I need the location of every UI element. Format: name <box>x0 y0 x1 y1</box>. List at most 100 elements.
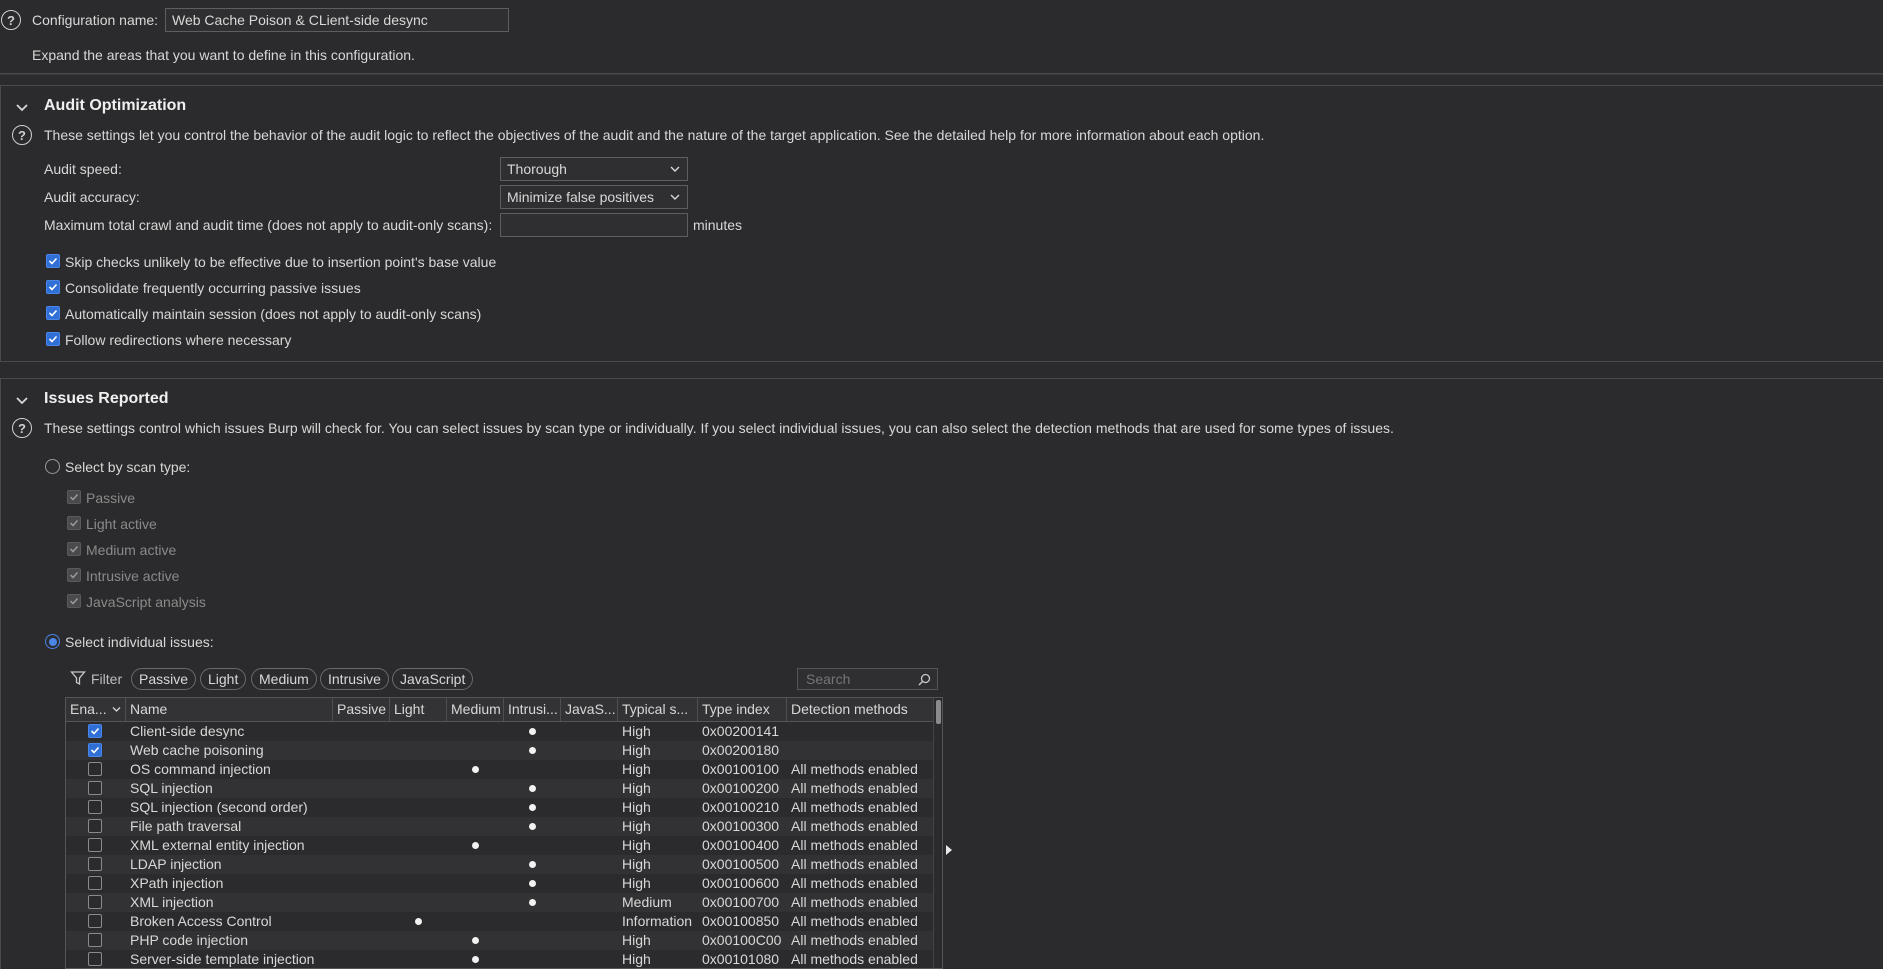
table-row[interactable]: Web cache poisoning High 0x00200180 <box>66 741 934 760</box>
divider <box>0 73 1883 75</box>
row-name: SQL injection (second order) <box>130 799 308 815</box>
table-row[interactable]: File path traversal High 0x00100300 All met… <box>66 817 934 836</box>
row-enabled-checkbox[interactable] <box>88 895 102 909</box>
column-header-type-index[interactable]: Type index <box>698 698 787 721</box>
radio-select-by-scan-type[interactable] <box>45 459 60 474</box>
search-box[interactable] <box>797 668 938 690</box>
checkbox-consolidate-passive[interactable] <box>46 280 60 294</box>
row-severity: High <box>622 856 651 872</box>
row-enabled-checkbox[interactable] <box>88 800 102 814</box>
column-header-light[interactable]: Light <box>390 698 447 721</box>
search-input[interactable] <box>798 669 916 689</box>
row-detection-methods: All methods enabled <box>791 799 918 815</box>
config-name-input[interactable] <box>165 8 509 32</box>
row-type-index: 0x00100500 <box>702 856 780 872</box>
table-row[interactable]: LDAP injection High 0x00100500 All methods … <box>66 855 934 874</box>
scan-type-label: Medium active <box>86 542 177 558</box>
table-row[interactable]: OS command injection High 0x00100100 All me… <box>66 760 934 779</box>
row-name: Web cache poisoning <box>130 742 264 758</box>
row-enabled-checkbox[interactable] <box>88 724 102 738</box>
expand-arrow-icon[interactable] <box>945 844 953 856</box>
sort-chevron-icon <box>112 707 121 712</box>
scan-type-label: JavaScript analysis <box>86 594 206 610</box>
row-enabled-checkbox[interactable] <box>88 819 102 833</box>
scan-type-dot <box>472 956 479 963</box>
row-enabled-checkbox[interactable] <box>88 952 102 966</box>
filter-pill-passive[interactable]: Passive <box>131 668 197 690</box>
filter-pill-medium[interactable]: Medium <box>251 668 317 690</box>
column-header-medium[interactable]: Medium <box>447 698 504 721</box>
table-row[interactable]: Server-side template injection High 0x0010… <box>66 950 934 968</box>
row-enabled-checkbox[interactable] <box>88 838 102 852</box>
row-name: Broken Access Control <box>130 913 272 929</box>
table-scrollbar[interactable] <box>933 698 942 968</box>
help-icon[interactable]: ? <box>12 125 32 145</box>
max-time-unit: minutes <box>693 217 743 233</box>
row-enabled-checkbox[interactable] <box>88 762 102 776</box>
row-severity: High <box>622 723 651 739</box>
row-detection-methods: All methods enabled <box>791 761 918 777</box>
row-type-index: 0x00100600 <box>702 875 780 891</box>
audit-speed-label: Audit speed: <box>44 161 122 177</box>
row-severity: High <box>622 780 651 796</box>
scan-type-dot <box>472 766 479 773</box>
table-row[interactable]: XPath injection High 0x00100600 All methods… <box>66 874 934 893</box>
help-icon[interactable]: ? <box>12 418 32 438</box>
row-detection-methods: All methods enabled <box>791 913 918 929</box>
column-header-passive[interactable]: Passive <box>333 698 390 721</box>
chevron-down-icon[interactable] <box>15 101 29 115</box>
config-name-label: Configuration name: <box>32 12 159 28</box>
row-severity: High <box>622 875 651 891</box>
row-enabled-checkbox[interactable] <box>88 933 102 947</box>
table-row[interactable]: SQL injection (second order) High 0x001002… <box>66 798 934 817</box>
row-name: XML external entity injection <box>130 837 305 853</box>
filter-pill-javascript[interactable]: JavaScript <box>392 668 474 690</box>
row-enabled-checkbox[interactable] <box>88 781 102 795</box>
checkbox-follow-redirections[interactable] <box>46 332 60 346</box>
row-enabled-checkbox[interactable] <box>88 857 102 871</box>
search-icon[interactable] <box>918 673 931 686</box>
table-row[interactable]: SQL injection High 0x00100200 All methods e… <box>66 779 934 798</box>
row-type-index: 0x00100200 <box>702 780 780 796</box>
chevron-down-icon[interactable] <box>15 394 29 408</box>
filter-icon[interactable] <box>70 670 86 686</box>
column-header-enabled[interactable]: Ena... <box>66 698 126 721</box>
audit-speed-select[interactable]: Thorough <box>500 157 688 181</box>
section-title-issues-reported[interactable]: Issues Reported <box>44 390 168 408</box>
radio-select-individual-issues[interactable] <box>45 634 60 649</box>
row-name: PHP code injection <box>130 932 249 948</box>
scrollbar-thumb[interactable] <box>936 700 941 724</box>
row-enabled-checkbox[interactable] <box>88 743 102 757</box>
row-type-index: 0x00100400 <box>702 837 780 853</box>
max-time-input[interactable] <box>500 213 688 237</box>
scan-type-label: Light active <box>86 516 157 532</box>
column-header-name[interactable]: Name <box>126 698 333 721</box>
issues-table: Ena... Name Passive Light Medium Intrusi… <box>65 697 943 969</box>
table-row[interactable]: Broken Access Control Information 0x001008… <box>66 912 934 931</box>
scan-type-dot <box>529 728 536 735</box>
row-severity: Medium <box>622 894 672 910</box>
section-title-audit-optimization[interactable]: Audit Optimization <box>44 97 186 115</box>
column-header-detection-methods[interactable]: Detection methods <box>787 698 934 721</box>
audit-accuracy-select[interactable]: Minimize false positives <box>500 185 688 209</box>
filter-pill-light[interactable]: Light <box>200 668 247 690</box>
table-row[interactable]: XML external entity injection High 0x00100… <box>66 836 934 855</box>
scan-type-dot <box>472 937 479 944</box>
row-severity: High <box>622 761 651 777</box>
audit-accuracy-value: Minimize false positives <box>507 189 655 205</box>
table-row[interactable]: PHP code injection High 0x00100C00 All meth… <box>66 931 934 950</box>
column-header-typical-severity[interactable]: Typical s... <box>618 698 698 721</box>
filter-pill-intrusive[interactable]: Intrusive <box>320 668 389 690</box>
checkbox-skip-checks[interactable] <box>46 254 60 268</box>
row-enabled-checkbox[interactable] <box>88 914 102 928</box>
audit-description: These settings let you control the behav… <box>44 127 1265 143</box>
table-row[interactable]: XML injection Medium 0x00100700 All methods… <box>66 893 934 912</box>
row-severity: High <box>622 742 651 758</box>
table-row[interactable]: Client-side desync High 0x00200141 <box>66 722 934 741</box>
column-header-intrusive[interactable]: Intrusi... <box>504 698 561 721</box>
checkbox-maintain-session[interactable] <box>46 306 60 320</box>
row-enabled-checkbox[interactable] <box>88 876 102 890</box>
row-detection-methods <box>787 722 934 741</box>
help-icon[interactable]: ? <box>1 10 21 30</box>
column-header-javascript[interactable]: JavaS... <box>561 698 618 721</box>
